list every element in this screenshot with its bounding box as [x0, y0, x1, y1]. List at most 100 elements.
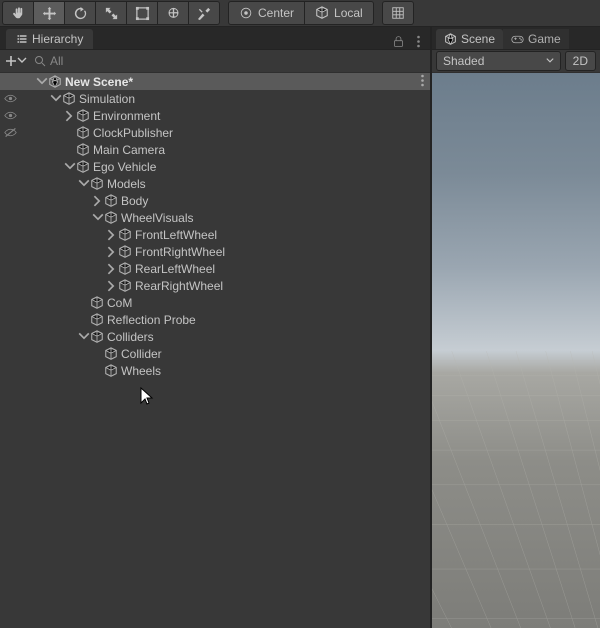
row-label: CoM [107, 296, 132, 310]
row-label: ClockPublisher [93, 126, 173, 140]
gameobject-icon [76, 160, 90, 174]
gameobject-row[interactable]: Colliders [0, 328, 430, 345]
pivot-mode-label: Center [258, 6, 294, 20]
gameobject-row[interactable]: Reflection Probe [0, 311, 430, 328]
gameobject-icon [76, 109, 90, 123]
scale-tool-button[interactable] [96, 1, 127, 25]
hierarchy-tree[interactable]: New Scene* SimulationEnvironment ClockPubl… [0, 73, 430, 628]
shading-mode-label: Shaded [443, 54, 484, 68]
foldout-toggle[interactable] [92, 195, 104, 207]
shading-mode-select[interactable]: Shaded [436, 51, 561, 71]
gameobject-row[interactable]: WheelVisuals [0, 209, 430, 226]
gameobject-row[interactable]: Ego Vehicle [0, 158, 430, 175]
hierarchy-tab[interactable]: Hierarchy [6, 29, 93, 49]
row-label: RearLeftWheel [135, 262, 215, 276]
gameobject-row[interactable]: RearRightWheel [0, 277, 430, 294]
foldout-toggle[interactable] [36, 76, 48, 88]
scene-toolbar: Shaded 2D [432, 50, 600, 73]
gameobject-icon [118, 279, 132, 293]
tab-game-label: Game [528, 32, 561, 46]
row-label: Models [107, 177, 146, 191]
scene-tabbar: Scene Game [432, 27, 600, 50]
row-label: Ego Vehicle [93, 160, 156, 174]
gamepad-icon [511, 33, 524, 46]
gameobject-icon [90, 177, 104, 191]
foldout-toggle[interactable] [78, 178, 90, 190]
gameobject-row[interactable]: Simulation [0, 90, 430, 107]
foldout-toggle[interactable] [64, 110, 76, 122]
scene-menu-button[interactable] [421, 74, 424, 90]
gameobject-row[interactable]: RearLeftWheel [0, 260, 430, 277]
gameobject-row[interactable]: Environment [0, 107, 430, 124]
pivot-mode-button[interactable]: Center [228, 1, 305, 25]
row-label: Simulation [79, 92, 135, 106]
handle-toggle-group: Center Local [228, 1, 374, 25]
hierarchy-panel: Hierarchy All [0, 27, 432, 628]
search-icon [34, 55, 46, 67]
row-label: FrontLeftWheel [135, 228, 217, 242]
scene-viewport[interactable] [432, 73, 600, 628]
gameobject-icon [104, 194, 118, 208]
row-label: Collider [121, 347, 162, 361]
gameobject-icon [104, 347, 118, 361]
gameobject-icon [90, 313, 104, 327]
gameobject-icon [104, 211, 118, 225]
row-label: Colliders [107, 330, 154, 344]
foldout-toggle[interactable] [78, 331, 90, 343]
row-label: Main Camera [93, 143, 165, 157]
transform-tool-group [2, 1, 220, 25]
panel-lock-button[interactable] [390, 33, 406, 49]
visibility-toggle[interactable] [0, 90, 20, 107]
panel-menu-button[interactable] [410, 33, 426, 49]
foldout-toggle[interactable] [106, 263, 118, 275]
toggle-2d-button[interactable]: 2D [565, 51, 596, 71]
grid-snap-button[interactable] [382, 1, 414, 25]
gameobject-row[interactable]: Main Camera [0, 141, 430, 158]
row-label: Reflection Probe [107, 313, 196, 327]
toggle-2d-label: 2D [573, 54, 588, 68]
gameobject-row[interactable]: ClockPublisher [0, 124, 430, 141]
hierarchy-search-input[interactable]: All [34, 54, 426, 68]
gameobject-row[interactable]: CoM [0, 294, 430, 311]
chevron-down-icon [546, 57, 554, 65]
gameobject-row[interactable]: FrontRightWheel [0, 243, 430, 260]
visibility-toggle[interactable] [0, 107, 20, 124]
rect-tool-button[interactable] [127, 1, 158, 25]
move-tool-button[interactable] [34, 1, 65, 25]
foldout-toggle[interactable] [92, 212, 104, 224]
cursor-icon [140, 387, 154, 408]
gameobject-row[interactable]: Collider [0, 345, 430, 362]
rotation-mode-button[interactable]: Local [305, 1, 374, 25]
hierarchy-search-row: All [0, 50, 430, 73]
visibility-gutter [0, 73, 20, 141]
custom-tools-button[interactable] [189, 1, 220, 25]
transform-tool-button[interactable] [158, 1, 189, 25]
foldout-toggle[interactable] [106, 229, 118, 241]
row-label: RearRightWheel [135, 279, 223, 293]
hand-tool-button[interactable] [2, 1, 34, 25]
gameobject-row[interactable]: Body [0, 192, 430, 209]
foldout-toggle[interactable] [106, 280, 118, 292]
hierarchy-icon [16, 33, 28, 45]
tab-scene[interactable]: Scene [436, 29, 503, 49]
gameobject-icon [76, 143, 90, 157]
tab-game[interactable]: Game [503, 29, 569, 49]
row-label: Wheels [121, 364, 161, 378]
visibility-toggle-off[interactable] [0, 124, 20, 141]
scene-icon [444, 33, 457, 46]
gameobject-row[interactable]: Models [0, 175, 430, 192]
gameobject-icon [62, 92, 76, 106]
create-button[interactable] [4, 52, 28, 70]
tab-scene-label: Scene [461, 32, 495, 46]
foldout-toggle[interactable] [106, 246, 118, 258]
gameobject-row[interactable]: Wheels [0, 362, 430, 379]
gameobject-row[interactable]: FrontLeftWheel [0, 226, 430, 243]
rotate-tool-button[interactable] [65, 1, 96, 25]
unity-icon [48, 75, 62, 89]
gameobject-icon [118, 228, 132, 242]
foldout-toggle[interactable] [64, 161, 76, 173]
hierarchy-tabbar: Hierarchy [0, 27, 430, 50]
foldout-toggle[interactable] [50, 93, 62, 105]
gameobject-icon [90, 296, 104, 310]
scene-row[interactable]: New Scene* [0, 73, 430, 90]
